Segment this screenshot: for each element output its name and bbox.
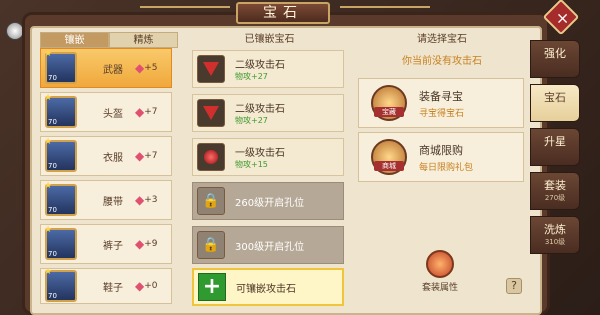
triangle-gem-icon xyxy=(197,55,225,83)
gem-select-panel: 请选择宝石 你当前没有攻击石 宝藏 装备寻宝寻宝得宝石 商城 商城限购每日限购礼… xyxy=(358,32,526,307)
tab-inlay[interactable]: 镶嵌 xyxy=(40,32,109,48)
suit-attributes-button[interactable]: 套装属性 xyxy=(420,250,460,293)
equipment-item-shoes[interactable]: ★ 70 鞋子 ◆ +0 xyxy=(40,267,172,304)
equipment-item-weapon[interactable]: ★ 70 武器 ◆ +5 xyxy=(40,48,172,88)
belt-icon: ★ 70 xyxy=(44,181,77,216)
gem-count: +7 xyxy=(144,151,158,161)
help-button[interactable]: ? xyxy=(506,278,522,294)
gem-icon: ◆ xyxy=(135,105,145,119)
plus-icon: + xyxy=(198,273,226,301)
equipment-name: 头盔 xyxy=(103,108,123,120)
side-tab-enhance[interactable]: 强化 xyxy=(530,40,580,78)
suit-icon xyxy=(426,250,454,278)
equipment-name: 裤子 xyxy=(103,240,123,252)
card-title: 商城限购 xyxy=(419,143,463,157)
gem-count: +0 xyxy=(144,281,158,291)
gem-name: 二级攻击石 xyxy=(235,60,285,71)
equipment-name: 鞋子 xyxy=(103,282,123,294)
equipment-name: 武器 xyxy=(103,64,123,76)
add-gem-slot[interactable]: + 可镶嵌攻击石 xyxy=(192,268,344,306)
lock-icon: 🔒 xyxy=(197,231,225,259)
equipment-name: 腰带 xyxy=(103,196,123,208)
gem-stat: 物攻+15 xyxy=(235,160,268,169)
suit-attributes-label: 套装属性 xyxy=(421,283,458,293)
pants-icon: ★ 70 xyxy=(44,225,77,260)
gem-name: 二级攻击石 xyxy=(235,104,285,115)
star-icon: ★ xyxy=(44,181,53,191)
tab-refine[interactable]: 精炼 xyxy=(109,32,178,48)
add-gem-label: 可镶嵌攻击石 xyxy=(236,283,296,295)
star-icon: ★ xyxy=(44,137,53,147)
gem-count: +9 xyxy=(144,239,158,249)
mall-icon: 商城 xyxy=(371,139,407,175)
gem-slot[interactable]: 一级攻击石 物攻+15 xyxy=(192,138,344,176)
gem-icon: ◆ xyxy=(135,61,145,75)
equipment-item-belt[interactable]: ★ 70 腰带 ◆ +3 xyxy=(40,180,172,220)
card-subtitle: 每日限购礼包 xyxy=(419,162,474,173)
card-subtitle: 寻宝得宝石 xyxy=(419,108,465,119)
inlaid-gems-header: 已镶嵌宝石 xyxy=(244,34,295,45)
equipment-tabs: 镶嵌 精炼 xyxy=(40,32,178,48)
equipment-panel: 镶嵌 精炼 ★ 70 武器 ◆ +5 ★ 70 头盔 ◆ +7 ★ 70 衣服 ◆ +… xyxy=(40,32,178,307)
gem-name: 一级攻击石 xyxy=(235,148,285,159)
triangle-gem-icon xyxy=(197,99,225,127)
locked-slot-label: 260级开启孔位 xyxy=(235,197,305,209)
side-tab-suit[interactable]: 套装 270级 xyxy=(530,172,580,210)
no-gem-note: 你当前没有攻击石 xyxy=(402,56,482,67)
equipment-name: 衣服 xyxy=(103,152,123,164)
equipment-item-armor[interactable]: ★ 70 衣服 ◆ +7 xyxy=(40,136,172,176)
inlaid-gems-panel: 已镶嵌宝石 二级攻击石 物攻+27 二级攻击石 物攻+27 一级攻击石 物攻+15 🔒… xyxy=(192,32,347,307)
gem-icon: ◆ xyxy=(135,149,145,163)
treasure-icon: 宝藏 xyxy=(371,85,407,121)
star-icon: ★ xyxy=(44,49,53,59)
star-icon: ★ xyxy=(44,225,53,235)
side-tab-gem[interactable]: 宝石 xyxy=(530,84,580,122)
gem-slot[interactable]: 二级攻击石 物攻+27 xyxy=(192,94,344,132)
mall-card[interactable]: 商城 商城限购每日限购礼包 xyxy=(358,132,524,182)
shoes-icon: ★ 70 xyxy=(44,267,77,302)
treasure-hunt-card[interactable]: 宝藏 装备寻宝寻宝得宝石 xyxy=(358,78,524,128)
card-title: 装备寻宝 xyxy=(419,89,463,103)
gem-count: +3 xyxy=(144,195,158,205)
title-ornament-left xyxy=(140,6,230,16)
locked-slot: 🔒 300级开启孔位 xyxy=(192,226,344,264)
gem-stat: 物攻+27 xyxy=(235,116,268,125)
gem-icon: ◆ xyxy=(135,193,145,207)
locked-slot: 🔒 260级开启孔位 xyxy=(192,182,344,220)
gem-stat: 物攻+27 xyxy=(235,72,268,81)
star-icon: ★ xyxy=(44,267,53,277)
gem-select-header: 请选择宝石 xyxy=(417,34,467,45)
equipment-item-helmet[interactable]: ★ 70 头盔 ◆ +7 xyxy=(40,92,172,132)
side-tab-star[interactable]: 升星 xyxy=(530,128,580,166)
gem-icon: ◆ xyxy=(135,279,145,293)
weapon-icon: ★ 70 xyxy=(44,49,77,84)
window-title: 宝石 xyxy=(236,2,330,24)
lock-icon: 🔒 xyxy=(197,187,225,215)
gem-slot[interactable]: 二级攻击石 物攻+27 xyxy=(192,50,344,88)
side-tab-wash[interactable]: 洗炼 310级 xyxy=(530,216,580,254)
gem-icon: ◆ xyxy=(135,237,145,251)
helmet-icon: ★ 70 xyxy=(44,93,77,128)
gem-count: +7 xyxy=(144,107,158,117)
equipment-item-pants[interactable]: ★ 70 裤子 ◆ +9 xyxy=(40,224,172,264)
round-gem-icon xyxy=(197,143,225,171)
title-ornament-right xyxy=(340,6,430,16)
gem-count: +5 xyxy=(144,63,158,73)
star-icon: ★ xyxy=(44,93,53,103)
armor-icon: ★ 70 xyxy=(44,137,77,172)
locked-slot-label: 300级开启孔位 xyxy=(235,241,305,253)
